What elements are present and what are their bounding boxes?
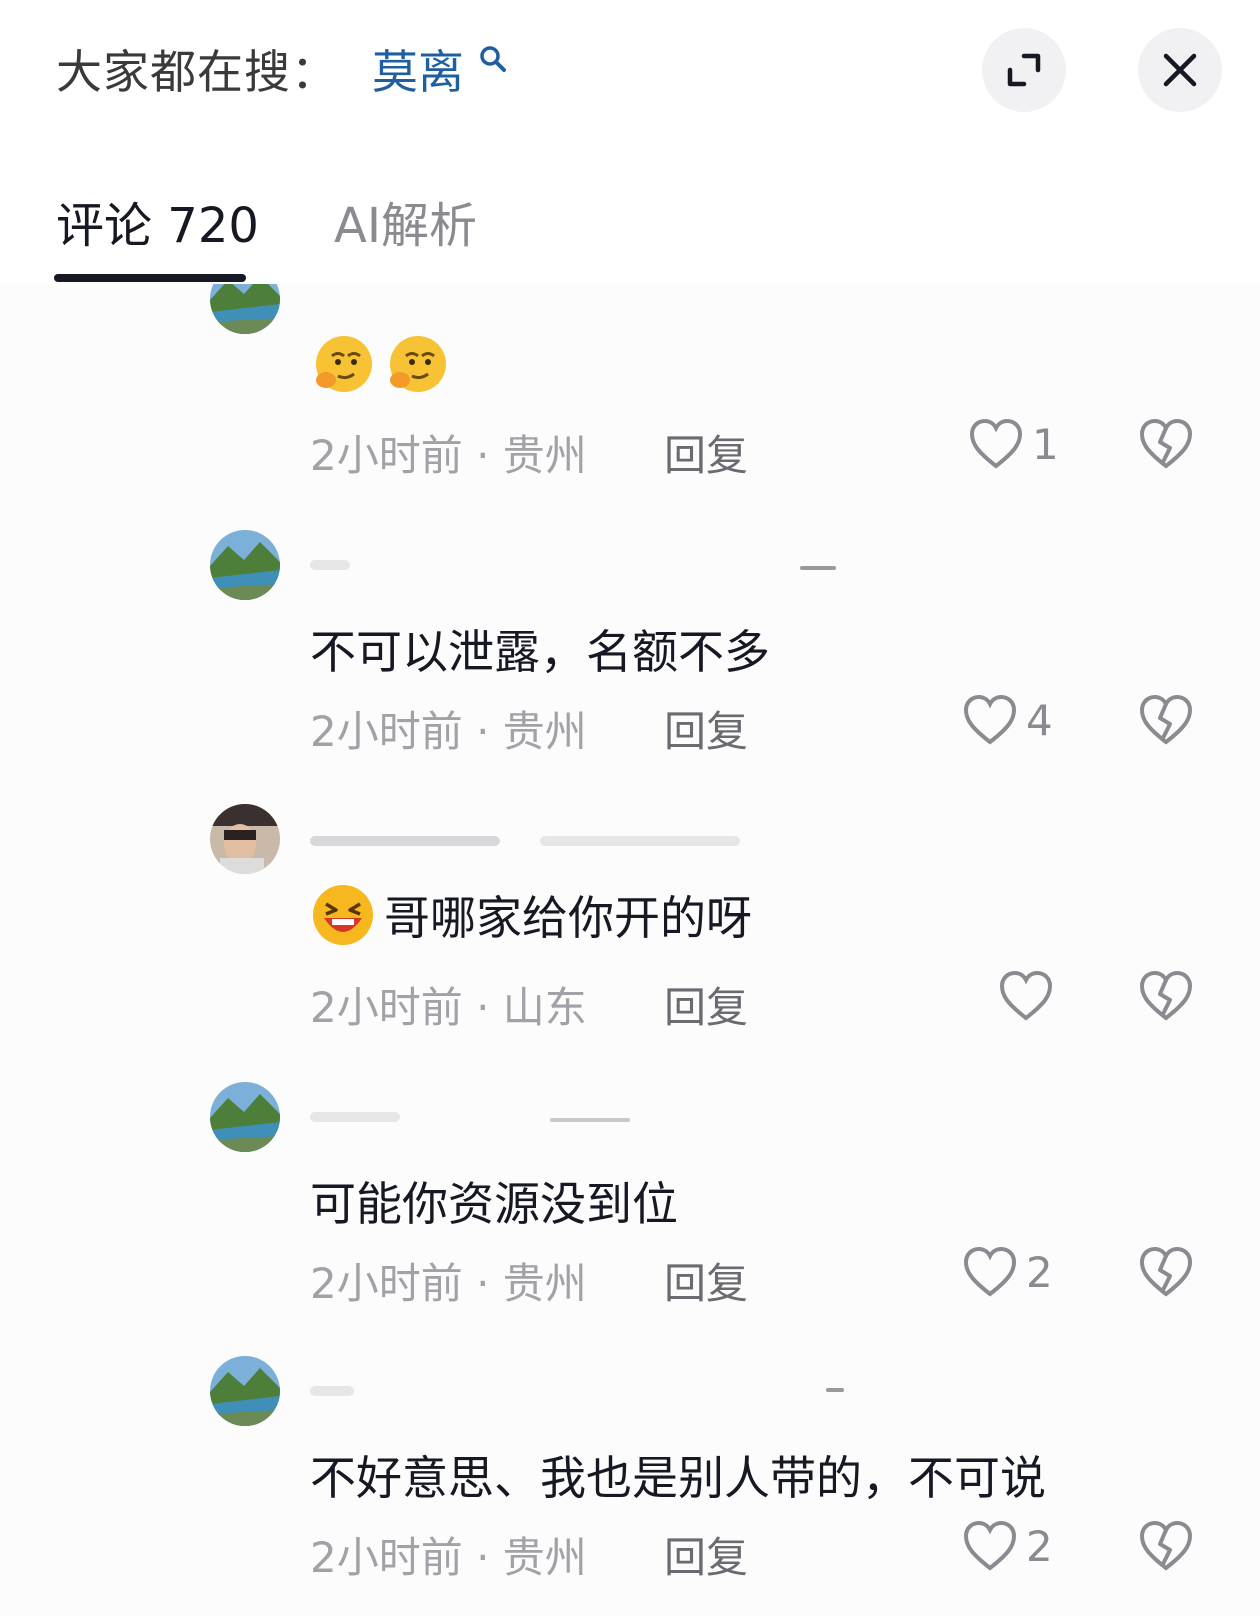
heart-icon — [963, 1520, 1017, 1571]
comment-location: 贵州 — [502, 1533, 587, 1582]
avatar[interactable] — [210, 1356, 280, 1426]
comment-text: 不可以泄露，名额不多 — [310, 616, 770, 682]
comment-meta: 2小时前 · 贵州 — [310, 1250, 587, 1311]
expand-icon — [1007, 53, 1041, 87]
username-redacted[interactable] — [310, 824, 830, 852]
comment-item: 不可以泄露，名额不多 2小时前 · 贵州 回复 4 — [0, 530, 1260, 790]
reply-button[interactable]: 回复 — [664, 422, 748, 483]
like-count: 2 — [1026, 1521, 1053, 1571]
comment-text: 可能你资源没到位 — [310, 1168, 678, 1234]
tab-ai-analysis[interactable]: AI解析 — [334, 186, 477, 256]
reply-button[interactable]: 回复 — [664, 1250, 748, 1311]
like-count: 4 — [1026, 695, 1053, 745]
comment-location: 贵州 — [502, 1259, 587, 1308]
heart-icon — [999, 970, 1053, 1021]
comment-time: 2小时前 — [310, 1533, 463, 1582]
avatar[interactable] — [210, 530, 280, 600]
search-icon[interactable] — [478, 44, 508, 74]
thinking-face-emoji — [316, 336, 372, 392]
broken-heart-icon[interactable] — [1138, 1246, 1194, 1298]
reply-button[interactable]: 回复 — [664, 974, 748, 1035]
reply-button[interactable]: 回复 — [664, 1524, 748, 1585]
reply-button[interactable]: 回复 — [664, 698, 748, 759]
comment-time: 2小时前 — [310, 1259, 463, 1308]
comment-time: 2小时前 — [310, 707, 463, 756]
comment-item: 2小时前 · 贵州 回复 1 — [0, 284, 1260, 524]
meta-separator: · — [462, 431, 503, 480]
comment-meta: 2小时前 · 贵州 — [310, 1524, 587, 1585]
close-icon — [1163, 53, 1197, 87]
expand-button[interactable] — [982, 28, 1066, 112]
trending-search-term[interactable]: 莫离 — [372, 36, 464, 102]
broken-heart-icon[interactable] — [1138, 694, 1194, 746]
tab-comments-label: 评论 — [56, 198, 153, 254]
broken-heart-icon[interactable] — [1138, 1520, 1194, 1572]
like-button[interactable]: 2 — [962, 1246, 1053, 1298]
comment-item: 可能你资源没到位 2小时前 · 贵州 回复 2 — [0, 1082, 1260, 1342]
meta-separator: · — [462, 1533, 503, 1582]
username-redacted[interactable] — [310, 284, 830, 294]
username-redacted[interactable] — [310, 1376, 844, 1404]
close-button[interactable] — [1138, 28, 1222, 112]
heart-icon — [969, 418, 1023, 469]
like-button[interactable]: 2 — [962, 1520, 1053, 1572]
meta-separator: · — [462, 1259, 503, 1308]
search-header: 大家都在搜： 莫离 — [0, 0, 1260, 140]
comment-text-content: 哥哪家给你开的呀 — [384, 891, 752, 945]
comment-list[interactable]: 2小时前 · 贵州 回复 1 不可以泄露，名额不多 2小时前 · 贵州 回复 4… — [0, 284, 1260, 1616]
active-tab-indicator — [54, 274, 246, 282]
comment-location: 贵州 — [502, 707, 587, 756]
like-count: 2 — [1026, 1247, 1053, 1297]
comment-text-content: 不好意思、我也是别人带的，不可说 — [310, 1451, 1046, 1505]
comment-item: 哥哪家给你开的呀 2小时前 · 山东 回复 — [0, 804, 1260, 1064]
comment-text-content: 可能你资源没到位 — [310, 1177, 678, 1231]
comment-meta: 2小时前 · 山东 — [310, 974, 587, 1035]
heart-icon — [963, 694, 1017, 745]
trending-search-label: 大家都在搜： — [56, 45, 338, 99]
comment-time: 2小时前 — [310, 431, 463, 480]
laughing-face-emoji — [313, 885, 373, 945]
like-count: 1 — [1032, 419, 1059, 469]
like-button[interactable]: 1 — [968, 418, 1059, 470]
comment-text-content: 不可以泄露，名额不多 — [310, 625, 770, 679]
avatar[interactable] — [210, 1082, 280, 1152]
like-button[interactable]: 4 — [962, 694, 1053, 746]
broken-heart-icon[interactable] — [1138, 970, 1194, 1022]
comment-location: 贵州 — [502, 431, 587, 480]
tab-comments[interactable]: 评论 720 — [56, 186, 259, 256]
tab-comments-count: 720 — [167, 198, 259, 254]
avatar[interactable] — [210, 804, 280, 874]
comment-item: 不好意思、我也是别人带的，不可说 2小时前 · 贵州 回复 2 — [0, 1356, 1260, 1616]
comment-location: 山东 — [502, 983, 587, 1032]
tab-bar: 评论 720 AI解析 — [0, 160, 1260, 286]
comment-meta: 2小时前 · 贵州 — [310, 422, 587, 483]
broken-heart-icon[interactable] — [1138, 418, 1194, 470]
meta-separator: · — [462, 707, 503, 756]
meta-separator: · — [462, 983, 503, 1032]
thinking-face-emoji — [390, 336, 446, 392]
username-redacted[interactable] — [310, 550, 836, 578]
like-button[interactable] — [998, 970, 1062, 1022]
comment-text: 不好意思、我也是别人带的，不可说 — [310, 1442, 1046, 1508]
comment-text — [310, 332, 458, 398]
comment-meta: 2小时前 · 贵州 — [310, 698, 587, 759]
username-redacted[interactable] — [310, 1102, 830, 1130]
heart-icon — [963, 1246, 1017, 1297]
avatar[interactable] — [210, 284, 280, 334]
comment-time: 2小时前 — [310, 983, 463, 1032]
comment-text: 哥哪家给你开的呀 — [310, 882, 752, 948]
